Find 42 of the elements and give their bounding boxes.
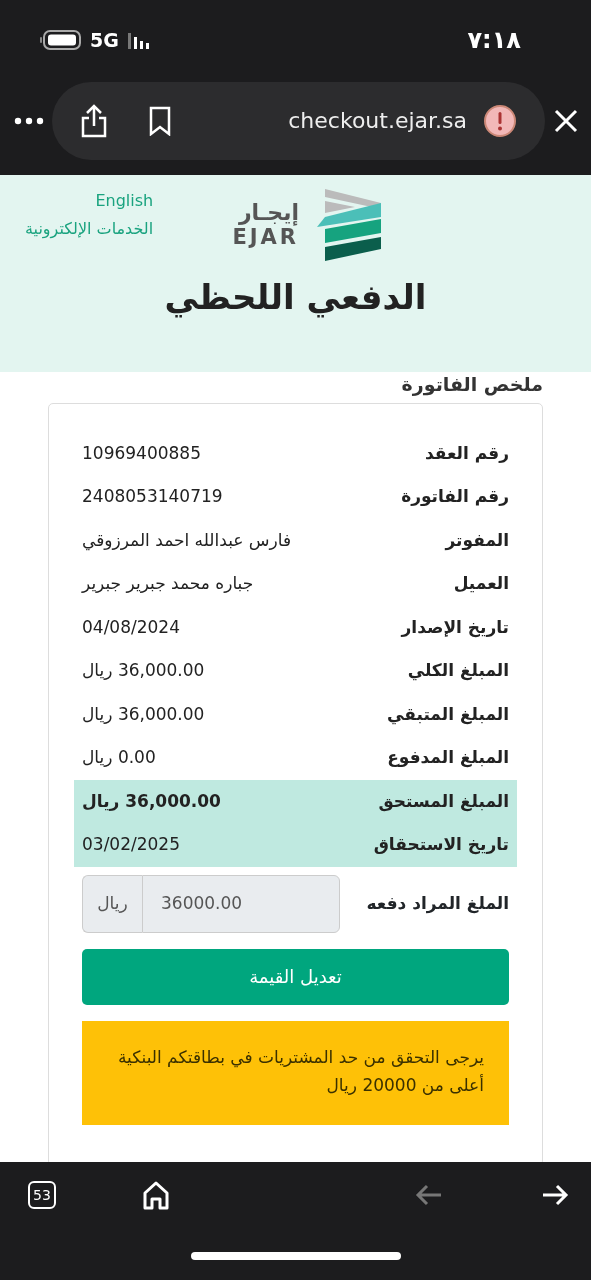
field-label: رقم العقد	[424, 441, 509, 465]
warning-icon	[483, 103, 517, 138]
field-value: 36,000.00 ريال	[82, 659, 205, 682]
url-text: checkout.ejar.sa	[288, 107, 467, 135]
field-value: جباره محمد جبرير جبرير	[82, 572, 254, 595]
field-value: 04/08/2024	[82, 615, 180, 639]
field-label: تاريخ الإصدار	[401, 615, 509, 640]
field-label: المبلغ المدفوع	[387, 746, 509, 770]
amount-label: الملغ المراد دفعه	[366, 891, 509, 916]
field-label: المبلغ المستحق	[378, 789, 509, 814]
field-value: فارس عبدالله احمد المرزوقي	[82, 528, 292, 553]
field-label: تاريخ الاستحقاق	[373, 833, 509, 857]
battery-icon	[40, 29, 82, 51]
more-icon[interactable]	[14, 116, 44, 125]
home-icon[interactable]	[142, 1180, 170, 1210]
share-icon[interactable]	[80, 103, 108, 138]
currency-label: ريال	[82, 874, 142, 933]
logo-latin-text: EJAR	[232, 225, 299, 249]
field-value: 2408053140719	[82, 485, 223, 508]
field-value: 0.00 ريال	[82, 746, 156, 769]
field-label: المفوتر	[445, 528, 509, 553]
field-value: 03/02/2025	[82, 833, 180, 856]
warning-notice: يرجى التحقق من حد المشتريات في بطاقتكم البنكية أعلى من 20000 ريال	[82, 1020, 509, 1125]
signal-icon	[126, 31, 151, 49]
field-value: 36,000.00 ريال	[82, 789, 221, 813]
status-time: ٧:١٨	[467, 25, 521, 56]
tab-count-button[interactable]: 53	[28, 1181, 56, 1209]
field-value: 36,000.00 ريال	[82, 702, 205, 726]
logo-arabic-text: إيجـار	[238, 201, 299, 226]
field-label: رقم الفاتورة	[401, 485, 509, 508]
bookmark-icon[interactable]	[148, 105, 172, 136]
field-value: 10969400885	[82, 441, 201, 465]
forward-arrow-icon[interactable]	[541, 1184, 569, 1206]
network-label: 5G	[90, 27, 119, 53]
logo-stripes-icon	[315, 189, 381, 261]
field-label: المبلغ الكلي	[407, 659, 509, 683]
field-label: المبلغ المتبقي	[387, 702, 509, 727]
page-title: الدفعي اللحظي	[164, 277, 427, 318]
field-label: العميل	[453, 572, 509, 595]
section-heading: ملخص الفاتورة	[400, 372, 543, 398]
address-bar[interactable]: checkout.ejar.sa	[52, 81, 545, 160]
close-icon[interactable]	[553, 107, 579, 134]
